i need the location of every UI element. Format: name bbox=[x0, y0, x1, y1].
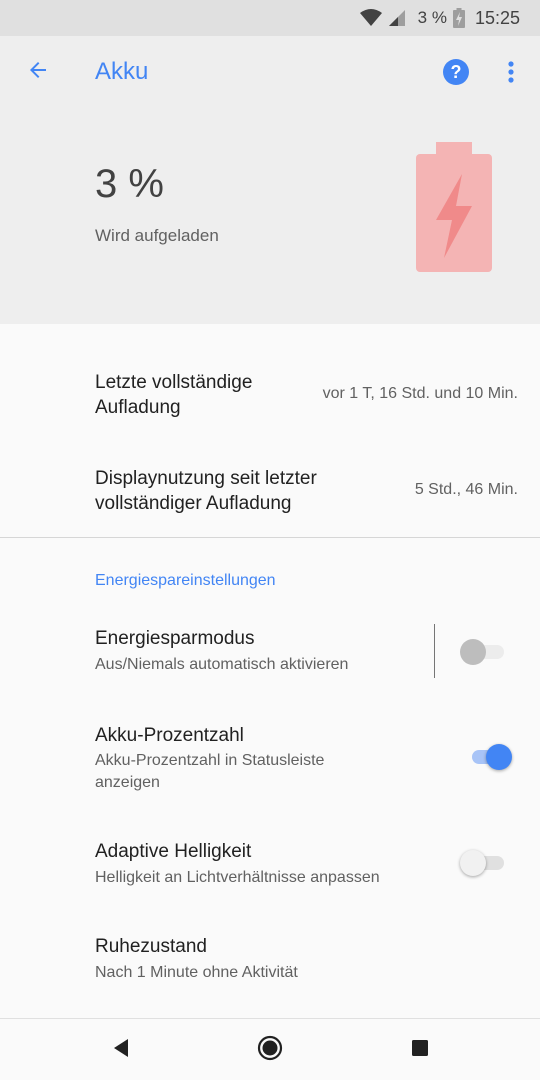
battery-percentage-subtitle: Akku-Prozentzahl in Statusleiste anzeige… bbox=[95, 750, 324, 794]
battery-percentage-row[interactable]: Akku-Prozentzahl Akku-Prozentzahl in Sta… bbox=[0, 720, 540, 800]
sleep-title: Ruhezustand bbox=[95, 936, 207, 957]
divider-vertical bbox=[434, 624, 435, 678]
screen-usage-title-line2: vollständiger Aufladung bbox=[95, 493, 292, 514]
adaptive-brightness-row[interactable]: Adaptive Helligkeit Helligkeit an Lichtv… bbox=[0, 836, 540, 898]
last-full-charge-title: Letzte vollständige Aufladung bbox=[95, 370, 252, 420]
battery-percentage-subtitle-line1: Akku-Prozentzahl in Statusleiste bbox=[95, 752, 325, 769]
nav-home-icon bbox=[257, 1035, 283, 1066]
wifi-icon bbox=[359, 9, 382, 27]
screen-usage-row[interactable]: Displaynutzung seit letzter vollständige… bbox=[0, 456, 540, 526]
nav-home-button[interactable] bbox=[255, 1035, 285, 1065]
last-full-charge-title-line2: Aufladung bbox=[95, 397, 181, 418]
toggle-thumb bbox=[460, 850, 486, 876]
nav-recents-button[interactable] bbox=[405, 1035, 435, 1065]
sleep-row[interactable]: Ruhezustand Nach 1 Minute ohne Aktivität bbox=[0, 932, 540, 994]
page-title: Akku bbox=[95, 58, 149, 85]
status-time: 15:25 bbox=[474, 7, 520, 28]
battery-charging-large-icon bbox=[414, 140, 494, 274]
svg-text:?: ? bbox=[451, 62, 462, 82]
battery-percent: 3 % bbox=[95, 162, 164, 206]
help-button[interactable]: ? bbox=[440, 58, 472, 90]
screen-usage-title-line1: Displaynutzung seit letzter bbox=[95, 468, 317, 489]
back-button[interactable] bbox=[18, 52, 58, 92]
battery-status: Wird aufgeladen bbox=[95, 226, 219, 245]
cell-signal-icon bbox=[388, 9, 406, 27]
nav-recents-icon bbox=[411, 1039, 429, 1062]
battery-percentage-title: Akku-Prozentzahl bbox=[95, 725, 244, 746]
nav-back-icon bbox=[112, 1038, 130, 1063]
screen-usage-value: 5 Std., 46 Min. bbox=[414, 481, 518, 498]
navigation-bar bbox=[0, 1018, 540, 1080]
status-battery-percent: 3 % bbox=[417, 8, 447, 27]
adaptive-brightness-toggle[interactable] bbox=[460, 849, 506, 877]
adaptive-brightness-subtitle: Helligkeit an Lichtverhältnisse anpassen bbox=[95, 869, 380, 886]
battery-saver-row[interactable]: Energiesparmodus Aus/Niemals automatisch… bbox=[0, 620, 540, 682]
battery-percentage-toggle[interactable] bbox=[466, 743, 512, 771]
help-icon: ? bbox=[442, 58, 470, 91]
battery-saver-title: Energiesparmodus bbox=[95, 628, 255, 649]
app-bar: Akku ? bbox=[0, 36, 540, 112]
battery-charging-icon bbox=[452, 8, 465, 28]
battery-header: 3 % Wird aufgeladen bbox=[0, 112, 540, 324]
section-header-power-saving: Energiespareinstellungen bbox=[95, 572, 276, 589]
last-full-charge-title-line1: Letzte vollständige bbox=[95, 372, 253, 393]
more-options-button[interactable] bbox=[500, 58, 522, 90]
last-full-charge-value: vor 1 T, 16 Std. und 10 Min. bbox=[322, 385, 518, 402]
divider bbox=[0, 537, 540, 538]
battery-percentage-subtitle-line2: anzeigen bbox=[95, 774, 160, 791]
screen-usage-title: Displaynutzung seit letzter vollständige… bbox=[95, 466, 317, 516]
back-arrow-icon bbox=[26, 58, 50, 87]
nav-back-button[interactable] bbox=[106, 1035, 136, 1065]
toggle-thumb bbox=[486, 744, 512, 770]
sleep-subtitle: Nach 1 Minute ohne Aktivität bbox=[95, 964, 298, 981]
status-bar: 3 % 15:25 bbox=[0, 0, 540, 36]
battery-saver-toggle[interactable] bbox=[460, 638, 506, 666]
last-full-charge-row[interactable]: Letzte vollständige Aufladung vor 1 T, 1… bbox=[0, 360, 540, 430]
battery-saver-subtitle: Aus/Niemals automatisch aktivieren bbox=[95, 656, 349, 673]
more-vert-icon bbox=[508, 60, 514, 88]
adaptive-brightness-title: Adaptive Helligkeit bbox=[95, 841, 252, 862]
toggle-thumb bbox=[460, 639, 486, 665]
